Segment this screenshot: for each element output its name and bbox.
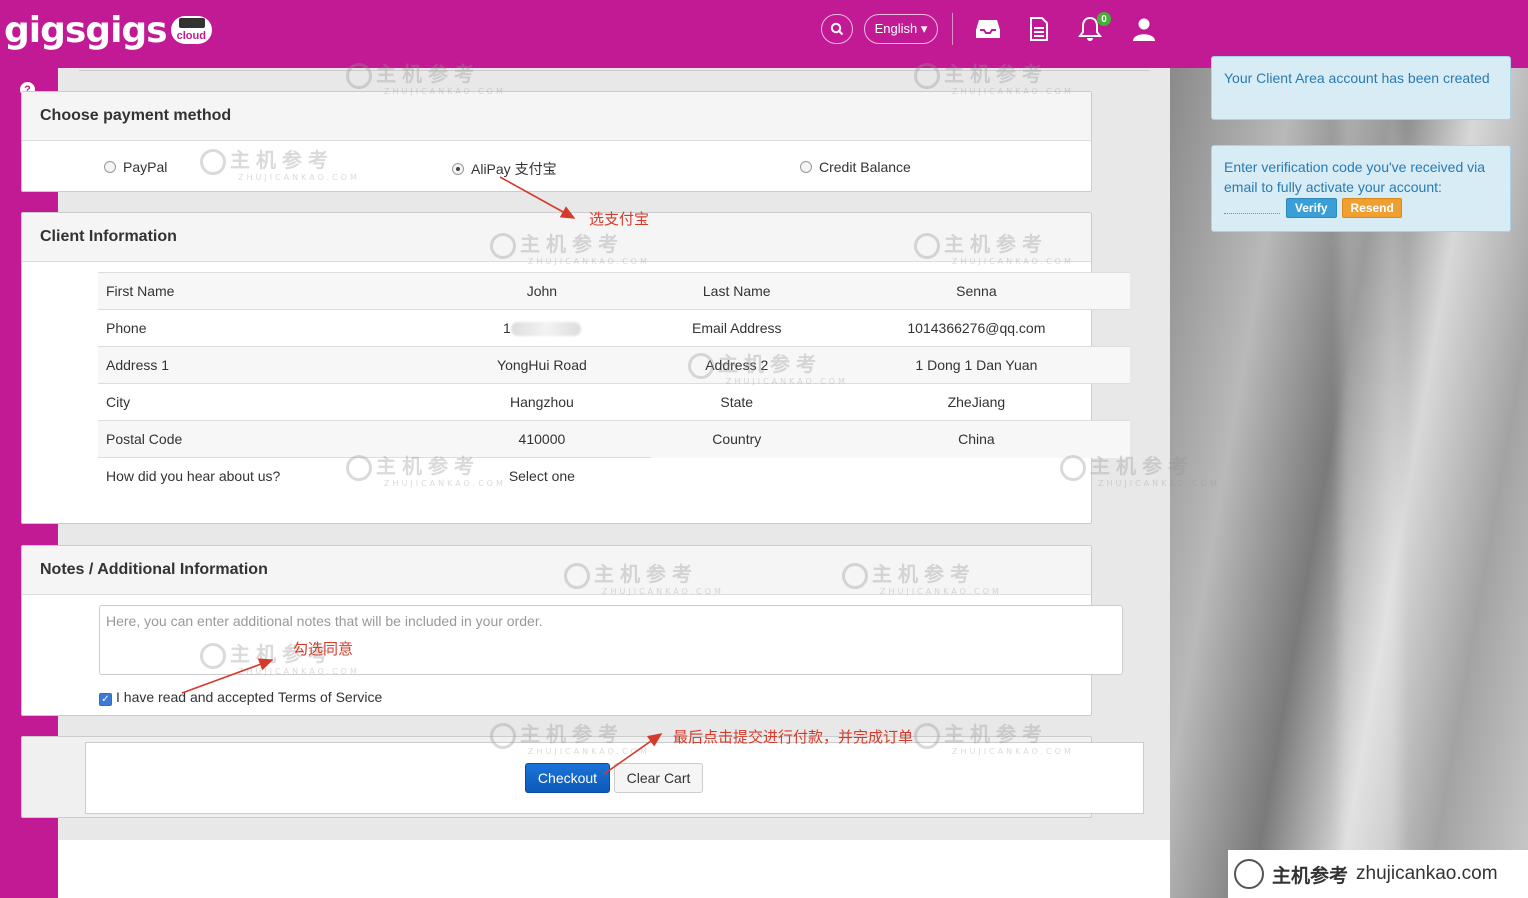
logo[interactable]: gigsgigs cloud: [4, 8, 212, 52]
radio-alipay[interactable]: [452, 163, 464, 175]
radio-paypal[interactable]: [104, 161, 116, 173]
watermark: 主机参考 ZHUJICANKAO.COM: [1060, 450, 1220, 488]
verify-button[interactable]: Verify: [1285, 198, 1337, 218]
logo-cloud-badge: cloud: [170, 16, 212, 44]
verify-message: Enter verification code you've received …: [1224, 159, 1486, 195]
tos-label: I have read and accepted: [116, 688, 275, 705]
watermark: 主机参考 ZHUJICANKAO.COM: [346, 450, 506, 488]
resend-button[interactable]: Resend: [1342, 198, 1402, 218]
notification-count-badge: 0: [1097, 12, 1111, 26]
account-button[interactable]: [1129, 14, 1159, 44]
search-button[interactable]: [821, 14, 853, 44]
watermark: 主机参考 ZHUJICANKAO.COM: [490, 228, 650, 266]
account-created-toast: Your Client Area account has been create…: [1211, 56, 1511, 120]
watermark: 主机参考 ZHUJICANKAO.COM: [490, 718, 650, 756]
watermark: 主机参考 ZHUJICANKAO.COM: [914, 228, 1074, 266]
watermark: 主机参考 ZHUJICANKAO.COM: [842, 558, 1002, 596]
checkout-button[interactable]: Checkout: [525, 763, 610, 793]
table-row: How did you hear about us? Select one: [98, 457, 1130, 495]
annotation-final-step: 最后点击提交进行付款，并完成订单: [673, 728, 914, 746]
table-row: First Name John Last Name Senna: [98, 272, 1130, 310]
table-row: Postal Code 410000 Country China: [98, 420, 1130, 458]
navbar-divider: [952, 13, 953, 45]
logo-text: gigsgigs: [4, 9, 168, 51]
watermark: 主机参考 ZHUJICANKAO.COM: [914, 718, 1074, 756]
phone-value: 1: [503, 319, 511, 336]
payment-option-paypal[interactable]: PayPal: [104, 159, 167, 175]
client-info-table: First Name John Last Name Senna Phone 1 …: [98, 272, 1130, 495]
watermark: 主机参考 ZHUJICANKAO.COM: [200, 144, 360, 182]
watermark: 主机参考 ZHUJICANKAO.COM: [914, 58, 1074, 96]
watermark: 主机参考 ZHUJICANKAO.COM: [564, 558, 724, 596]
search-icon: [830, 22, 844, 36]
payment-method-heading: Choose payment method: [22, 92, 1091, 141]
watermark: 主机参考 ZHUJICANKAO.COM: [346, 58, 506, 96]
language-dropdown[interactable]: English ▾: [864, 14, 938, 44]
annotation-choose-alipay: 选支付宝: [589, 210, 650, 228]
terms-of-service-link[interactable]: Terms of Service: [278, 689, 382, 705]
invoices-button[interactable]: [1024, 14, 1054, 44]
radio-credit-balance[interactable]: [800, 161, 812, 173]
table-row: Address 1 YongHui Road Address 2 1 Dong …: [98, 346, 1130, 384]
document-icon: [1030, 17, 1048, 41]
verification-code-input[interactable]: [1224, 202, 1280, 215]
payment-option-alipay[interactable]: AliPay 支付宝: [452, 159, 557, 179]
tos-checkbox-row[interactable]: ✓ I have read and accepted Terms of Serv…: [99, 687, 382, 706]
tos-checkbox[interactable]: ✓: [99, 693, 112, 706]
inbox-button[interactable]: [973, 14, 1003, 44]
table-row: City Hangzhou State ZheJiang: [98, 383, 1130, 421]
user-icon: [1133, 18, 1155, 41]
annotation-tick-agree: 勾选同意: [293, 640, 354, 658]
verify-account-toast: Enter verification code you've received …: [1211, 145, 1511, 232]
watermark-banner: 主机参考 zhujicankao.com: [1228, 850, 1528, 898]
watermark-logo-icon: [1234, 859, 1264, 889]
redacted-phone: [510, 322, 581, 337]
watermark: 主机参考 ZHUJICANKAO.COM: [688, 348, 848, 386]
table-row: Phone 1 Email Address 1014366276@qq.com: [98, 309, 1130, 347]
clear-cart-button[interactable]: Clear Cart: [614, 763, 703, 793]
payment-option-credit-balance[interactable]: Credit Balance: [800, 159, 911, 175]
inbox-icon: [976, 20, 1000, 38]
